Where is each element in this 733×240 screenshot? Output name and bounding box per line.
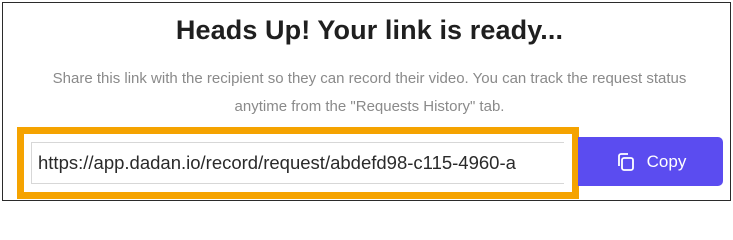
copy-icon — [615, 151, 637, 173]
link-url-input[interactable] — [31, 142, 564, 184]
copy-button-label: Copy — [646, 151, 687, 171]
link-highlight-box — [17, 127, 579, 199]
copy-button[interactable]: Copy — [578, 137, 723, 186]
link-ready-dialog: Heads Up! Your link is ready... Share th… — [2, 2, 731, 201]
dialog-description: Share this link with the recipient so th… — [52, 70, 687, 115]
dialog-title: Heads Up! Your link is ready... — [175, 15, 564, 45]
